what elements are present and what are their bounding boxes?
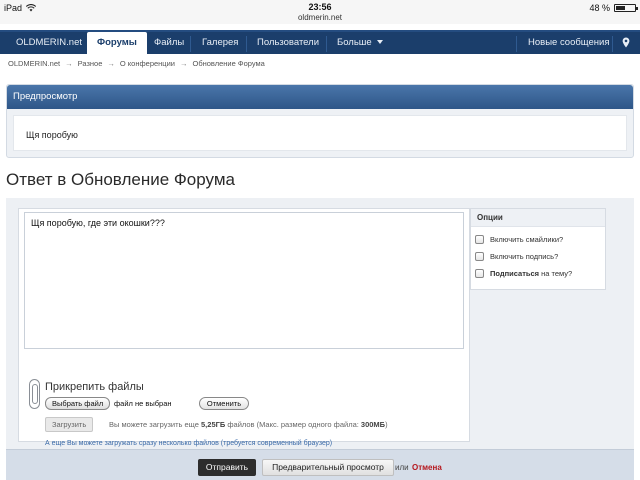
upload-info-prefix: Вы можете загрузить еще [109,420,202,429]
breadcrumb-home[interactable]: OLDMERIN.net [8,59,60,68]
options-title: Опции [471,209,605,227]
upload-info-mid: файлов (Макс. размер одного файла: [225,420,361,429]
attach-files-title: Прикрепить файлы [45,381,144,393]
reply-form: Щя поробую, где эти окошки??? Прикрепить… [6,198,634,480]
nav-divider [516,36,517,52]
ios-status-bar: iPad 23:56 oldmerin.net 48 % [0,0,640,24]
upload-info-max: 300МБ [360,420,386,429]
nav-divider [190,36,191,52]
paperclip-icon [29,379,40,409]
nav-files[interactable]: Файлы [144,32,194,54]
multi-upload-link[interactable]: А еще Вы можете загружать сразу нескольк… [45,440,332,447]
submit-bar: Отправить Предварительный просмотр или О… [6,449,634,480]
option-subscribe[interactable]: Подписаться на тему? [475,269,572,278]
arrow-right-icon: → [179,59,188,68]
preview-button[interactable]: Предварительный просмотр [262,459,394,476]
option-signature[interactable]: Включить подпись? [475,252,558,261]
nav-gallery[interactable]: Галерея [192,32,248,54]
options-panel: Опции Включить смайлики? Включить подпис… [470,208,606,290]
signature-label: Включить подпись? [490,252,559,261]
upload-info-suffix: ) [385,420,388,429]
option-smilies[interactable]: Включить смайлики? [475,235,563,244]
arrow-right-icon: → [107,59,115,68]
subscribe-label-bold: Подписаться [490,269,540,278]
battery-icon [614,4,638,12]
clock: 23:56 [308,2,332,12]
breadcrumb-misc[interactable]: Разное [78,59,103,68]
smilies-label: Включить смайлики? [490,235,564,244]
subscribe-label-rest: на тему? [539,269,573,278]
signature-checkbox[interactable] [475,252,484,261]
editor-panel: Щя поробую, где эти окошки??? Прикрепить… [18,208,470,447]
battery-level-fill [616,6,625,10]
nav-brand[interactable]: OLDMERIN.net [6,32,92,54]
chevron-down-icon [376,40,383,45]
nav-users[interactable]: Пользователи [247,32,329,54]
breadcrumb-about[interactable]: О конференции [120,59,175,68]
nav-location-button[interactable] [612,32,640,54]
nav-new-messages[interactable]: Новые сообщения [518,32,620,54]
cancel-link[interactable]: Отмена [412,463,442,472]
main-navbar: OLDMERIN.net Форумы Файлы Галерея Пользо… [0,30,640,56]
send-button[interactable]: Отправить [198,459,256,476]
status-right: 48 % [589,3,638,13]
upload-info-size: 5,25ГБ [201,420,226,429]
nav-more[interactable]: Больше [327,32,393,54]
battery-percent: 48 % [589,3,610,13]
subscribe-checkbox[interactable] [475,269,484,278]
address-url[interactable]: oldmerin.net [0,13,640,22]
page-title: Ответ в Обновление Форума [6,170,235,189]
smilies-checkbox[interactable] [475,235,484,244]
preview-header: Предпросмотр [7,85,633,109]
file-status-text: файл не выбран [114,399,172,408]
subscribe-label: Подписаться на тему? [490,269,572,278]
cancel-file-button[interactable]: Отменить [199,397,249,410]
breadcrumb: OLDMERIN.net → Разное → О конференции → Обновл… [8,59,265,68]
preview-panel: Предпросмотр Щя поробую [6,84,634,158]
nav-forums[interactable]: Форумы [87,32,147,56]
choose-file-button[interactable]: Выбрать файл [45,397,111,410]
upload-limit-info: Вы можете загрузить еще 5,25ГБ файлов (М… [109,420,388,429]
arrow-right-icon: → [65,59,73,68]
upload-button[interactable]: Загрузить [45,417,94,432]
message-editor[interactable]: Щя поробую, где эти окошки??? [24,212,464,349]
map-pin-icon [622,37,630,48]
breadcrumb-thread[interactable]: Обновление Форума [192,59,264,68]
preview-content: Щя поробую [13,115,627,151]
nav-more-label: Больше [337,37,372,48]
or-text: или [395,463,409,472]
